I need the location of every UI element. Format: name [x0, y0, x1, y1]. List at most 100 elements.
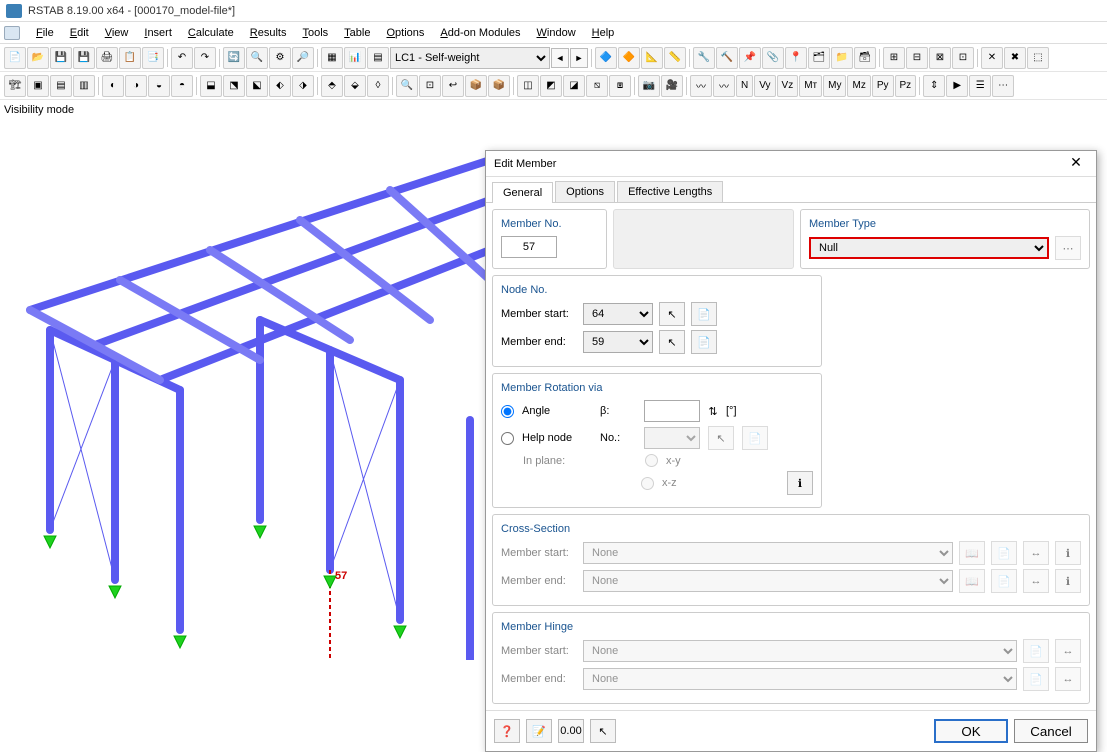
tab-effective-lengths[interactable]: Effective Lengths — [617, 181, 723, 202]
zoom-prev-icon[interactable]: ↩ — [442, 75, 464, 97]
box-1-icon[interactable]: 📦 — [465, 75, 487, 97]
render-3-icon[interactable]: ◒ — [148, 75, 170, 97]
tab-general[interactable]: General — [492, 182, 553, 203]
hinge-start-edit-icon[interactable]: ↔ — [1055, 639, 1081, 663]
find-icon[interactable]: 🔍 — [246, 47, 268, 69]
tool-e-icon[interactable]: 📍 — [785, 47, 807, 69]
new-start-node-icon[interactable]: 📄 — [691, 302, 717, 326]
tool-j-icon[interactable]: ⊟ — [906, 47, 928, 69]
filter-2-icon[interactable]: ⬔ — [223, 75, 245, 97]
res-2-icon[interactable]: 〰 — [713, 75, 735, 97]
hinge-end-new-icon[interactable]: 📄 — [1023, 667, 1049, 691]
new-icon[interactable]: 📄 — [4, 47, 26, 69]
display-2-icon[interactable]: ⬙ — [344, 75, 366, 97]
info-icon[interactable]: ℹ — [787, 471, 813, 495]
view-1-icon[interactable]: 🔷 — [595, 47, 617, 69]
next-loadcase-icon[interactable]: ► — [570, 48, 588, 68]
close-icon[interactable]: ✕ — [1064, 154, 1088, 174]
scale-icon[interactable]: ⇕ — [923, 75, 945, 97]
beta-input[interactable] — [644, 400, 700, 422]
view-2-icon[interactable]: 🔶 — [618, 47, 640, 69]
reaction-py-icon[interactable]: Py — [872, 75, 894, 97]
menu-insert[interactable]: Insert — [136, 24, 180, 42]
rotation-angle-radio[interactable] — [501, 405, 514, 418]
hinge-start-selector[interactable]: None — [583, 640, 1017, 662]
save-icon[interactable]: 💾 — [50, 47, 72, 69]
box-2-icon[interactable]: 📦 — [488, 75, 510, 97]
member-type-options-icon[interactable]: ⋯ — [1055, 236, 1081, 260]
open-icon[interactable]: 📂 — [27, 47, 49, 69]
pick-end-node-icon[interactable]: ↖ — [659, 330, 685, 354]
ok-button[interactable]: OK — [934, 719, 1008, 743]
pick-helpnode-icon[interactable]: ↖ — [708, 426, 734, 450]
render-4-icon[interactable]: ◓ — [171, 75, 193, 97]
tool-d-icon[interactable]: 📎 — [762, 47, 784, 69]
rotation-helpnode-radio[interactable] — [501, 432, 514, 445]
view-4-icon[interactable]: 📏 — [664, 47, 686, 69]
moment-mz-icon[interactable]: Mz — [847, 75, 870, 97]
moment-mt-icon[interactable]: Mт — [799, 75, 822, 97]
menu-file[interactable]: File — [28, 24, 62, 42]
member-end-node-selector[interactable]: 59 — [583, 331, 653, 353]
cancel-button[interactable]: Cancel — [1014, 719, 1088, 743]
redo-icon[interactable]: ↷ — [194, 47, 216, 69]
cs-start-new-icon[interactable]: 📄 — [991, 541, 1017, 565]
pick-start-node-icon[interactable]: ↖ — [659, 302, 685, 326]
display-1-icon[interactable]: ⬘ — [321, 75, 343, 97]
cs-end-new-icon[interactable]: 📄 — [991, 569, 1017, 593]
render-1-icon[interactable]: ◐ — [102, 75, 124, 97]
menu-help[interactable]: Help — [584, 24, 623, 42]
sel-4-icon[interactable]: ⧅ — [586, 75, 608, 97]
filter-4-icon[interactable]: ⬖ — [269, 75, 291, 97]
anim-icon[interactable]: ▶ — [946, 75, 968, 97]
cs-start-selector[interactable]: None — [583, 542, 953, 564]
menu-icon[interactable] — [4, 26, 20, 40]
tool-f-icon[interactable]: 🗂 — [808, 47, 830, 69]
menu-calculate[interactable]: Calculate — [180, 24, 242, 42]
cs-end-info-icon[interactable]: ℹ — [1055, 569, 1081, 593]
cs-start-info-icon[interactable]: ℹ — [1055, 541, 1081, 565]
view-top-icon[interactable]: ▣ — [27, 75, 49, 97]
tab-options[interactable]: Options — [555, 181, 615, 202]
member-type-selector[interactable]: Null — [809, 237, 1049, 259]
menu-results[interactable]: Results — [242, 24, 295, 42]
table-icon[interactable]: 📊 — [344, 47, 366, 69]
zoom-window-icon[interactable]: 🔍 — [396, 75, 418, 97]
spinner-buttons-icon[interactable]: ⇅ — [708, 405, 718, 418]
tool-h-icon[interactable]: 🗃 — [854, 47, 876, 69]
zoom-icon[interactable]: 🔎 — [292, 47, 314, 69]
view-front-icon[interactable]: ▤ — [50, 75, 72, 97]
print-icon[interactable]: 🖨 — [96, 47, 118, 69]
copy-icon[interactable]: 📑 — [142, 47, 164, 69]
new-end-node-icon[interactable]: 📄 — [691, 330, 717, 354]
render-2-icon[interactable]: ◑ — [125, 75, 147, 97]
undo-icon[interactable]: ↶ — [171, 47, 193, 69]
tool-m-icon[interactable]: ✕ — [981, 47, 1003, 69]
force-vz-icon[interactable]: Vz — [777, 75, 799, 97]
more-icon[interactable]: ⋯ — [992, 75, 1014, 97]
view-3-icon[interactable]: 📐 — [641, 47, 663, 69]
menu-options[interactable]: Options — [378, 24, 432, 42]
sel-2-icon[interactable]: ◩ — [540, 75, 562, 97]
tool-b-icon[interactable]: 🔨 — [716, 47, 738, 69]
plane-xy-radio[interactable] — [645, 454, 658, 467]
tool-l-icon[interactable]: ⊡ — [952, 47, 974, 69]
sel-5-icon[interactable]: ⧆ — [609, 75, 631, 97]
force-n-icon[interactable]: N — [736, 75, 753, 97]
filter-3-icon[interactable]: ⬕ — [246, 75, 268, 97]
tool-k-icon[interactable]: ⊠ — [929, 47, 951, 69]
res-1-icon[interactable]: 〰 — [690, 75, 712, 97]
refresh-icon[interactable]: 🔄 — [223, 47, 245, 69]
hinge-end-selector[interactable]: None — [583, 668, 1017, 690]
tool-o-icon[interactable]: ⬚ — [1027, 47, 1049, 69]
prev-loadcase-icon[interactable]: ◄ — [551, 48, 569, 68]
member-no-input[interactable] — [501, 236, 557, 258]
cam-1-icon[interactable]: 📷 — [638, 75, 660, 97]
cs-start-pick-icon[interactable]: ↔ — [1023, 541, 1049, 565]
cam-2-icon[interactable]: 🎥 — [661, 75, 683, 97]
sel-1-icon[interactable]: ◫ — [517, 75, 539, 97]
loadcase-icon[interactable]: ▤ — [367, 47, 389, 69]
plane-xz-radio[interactable] — [641, 477, 654, 490]
display-3-icon[interactable]: ◊ — [367, 75, 389, 97]
filter-5-icon[interactable]: ⬗ — [292, 75, 314, 97]
